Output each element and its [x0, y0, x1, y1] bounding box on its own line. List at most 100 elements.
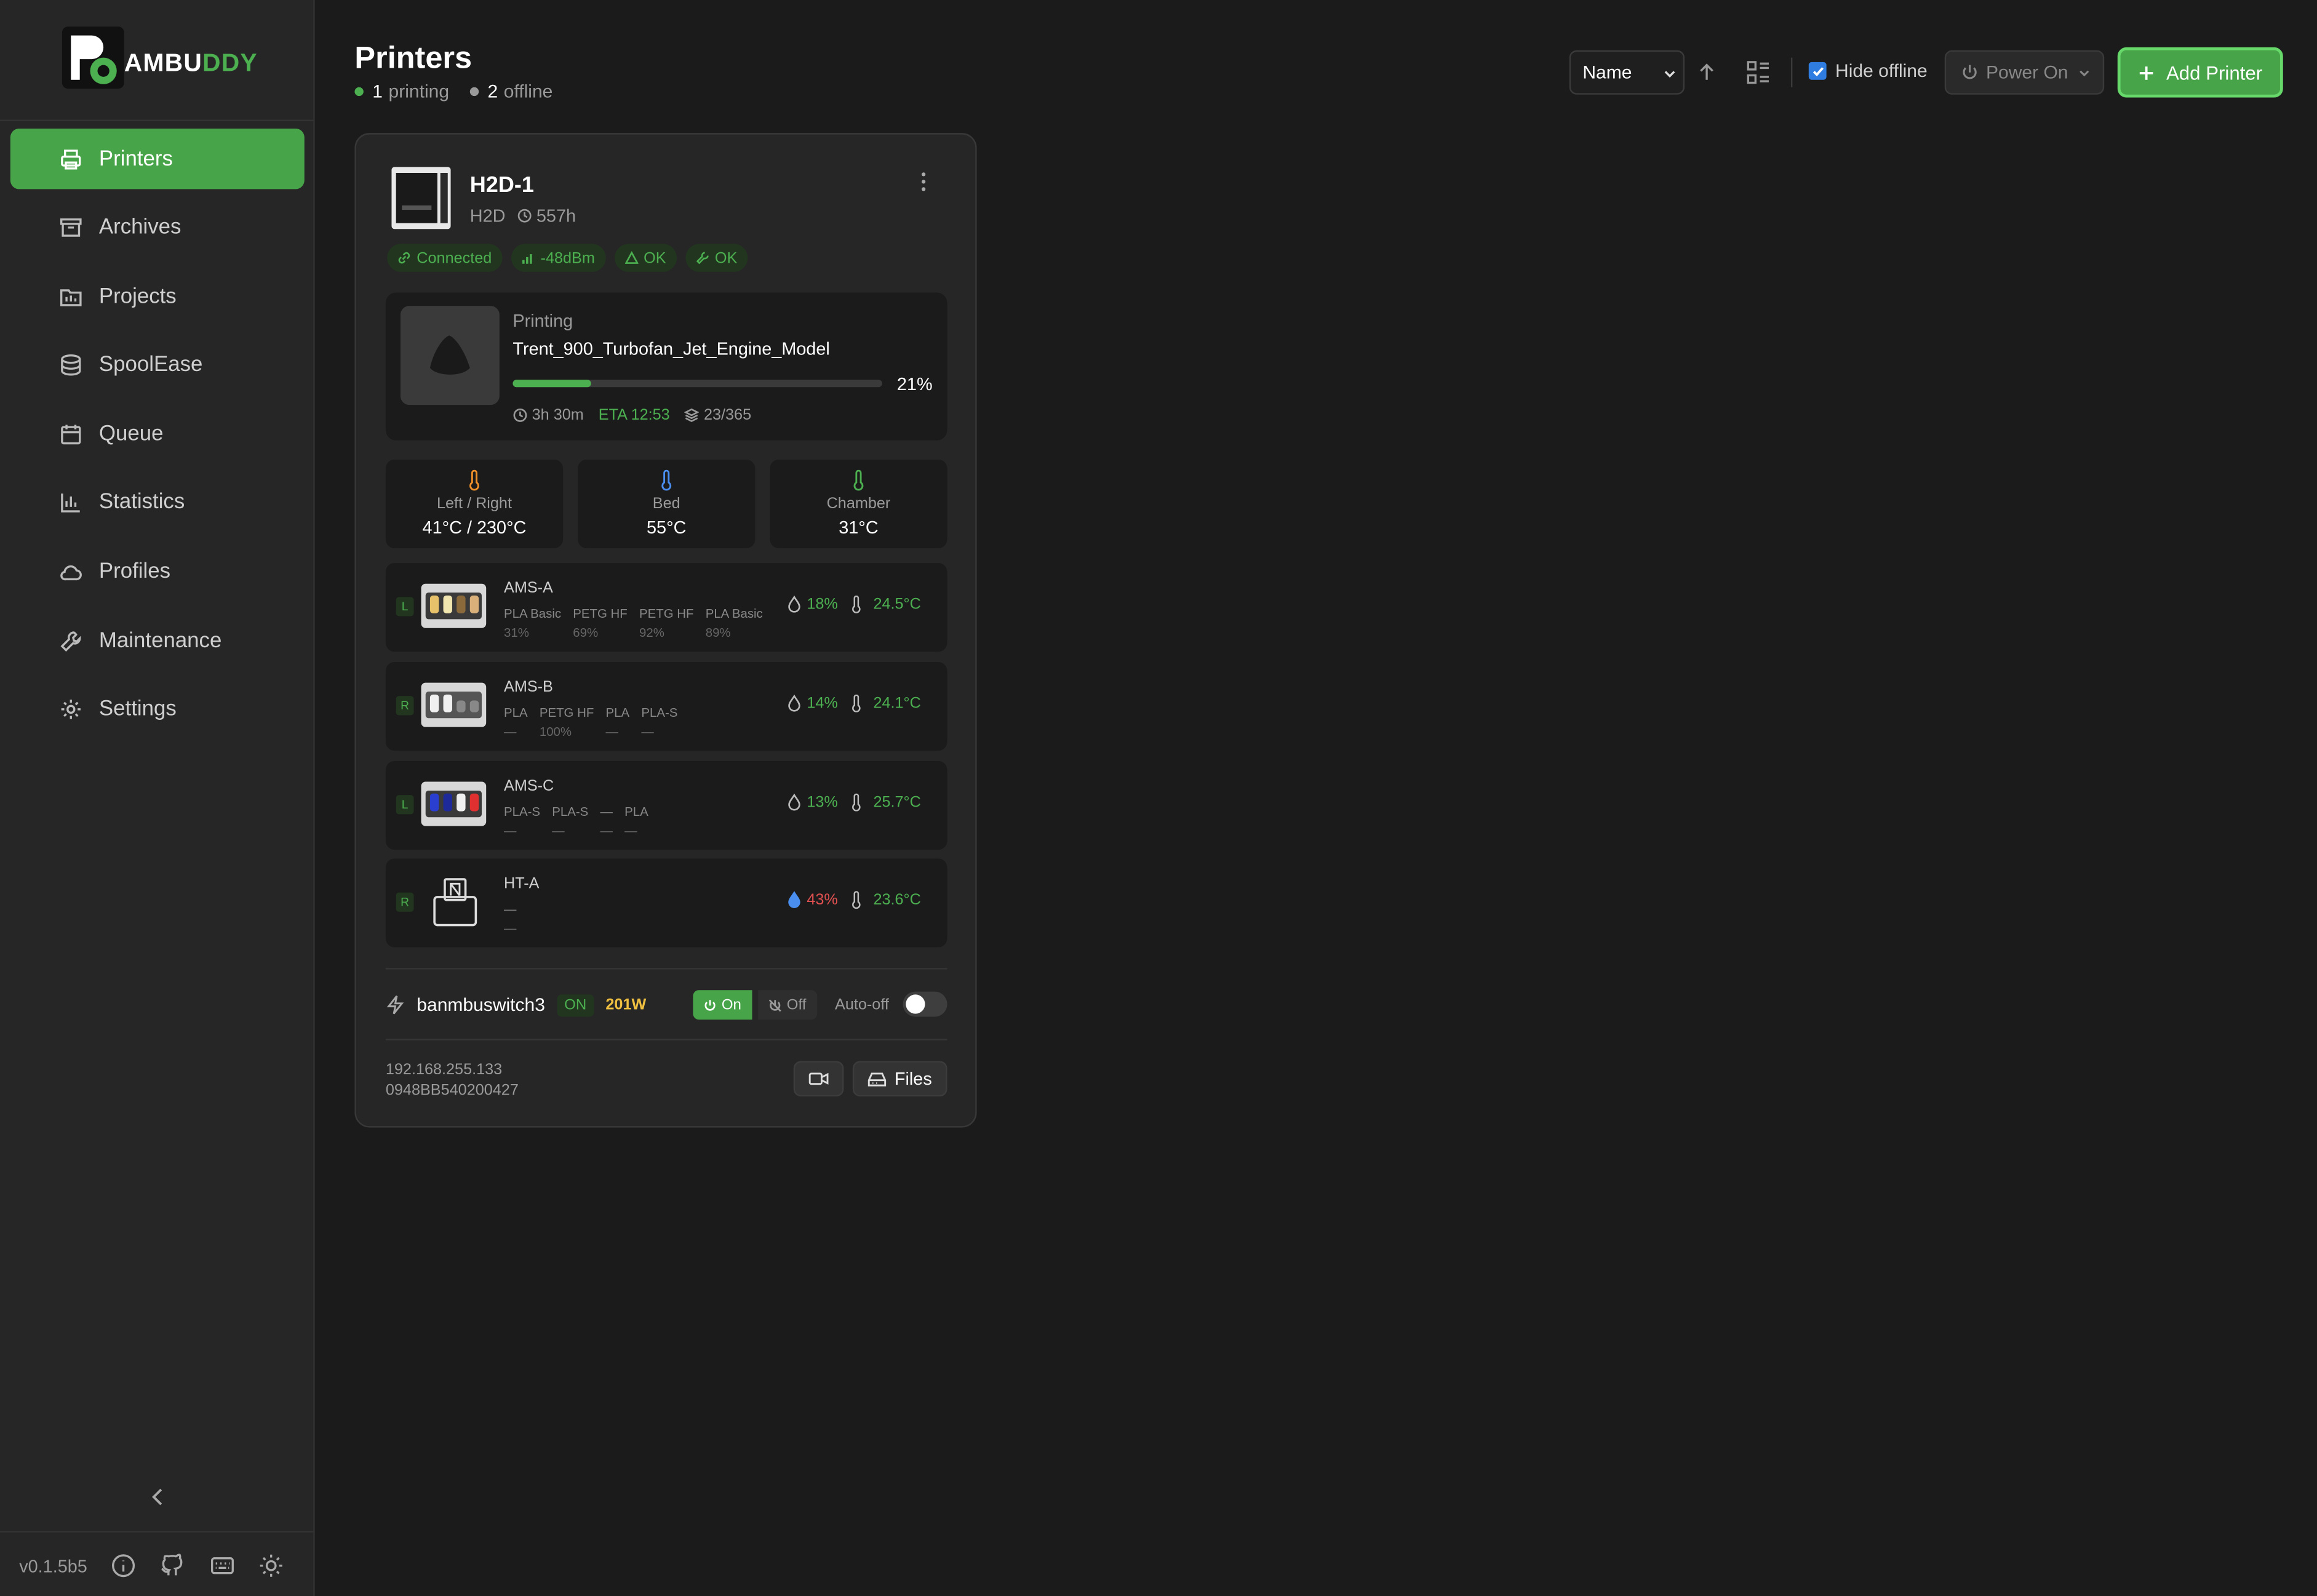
spool-icon	[61, 354, 81, 377]
power-icon	[1963, 65, 1977, 79]
sort-select-value: Name	[1582, 62, 1632, 83]
sort-direction-icon[interactable]	[1691, 56, 1723, 89]
toolbar-divider	[1790, 57, 1793, 87]
ams-environment: 13% 25.7°C	[788, 793, 921, 812]
auto-off-toggle[interactable]	[903, 991, 947, 1017]
clock-icon	[513, 408, 527, 422]
offline-dot	[469, 87, 479, 97]
wrench-icon	[696, 252, 709, 265]
humidity-icon	[788, 595, 800, 613]
printer-ip: 192.168.255.133	[385, 1061, 503, 1079]
add-printer-button[interactable]: Add Printer	[2117, 47, 2283, 98]
filament-remaining: 89%	[705, 624, 731, 640]
ams-unit[interactable]: L AMS-C PLA-S — PLA-S — — — PLA — 13% 25.7°	[385, 760, 947, 850]
printer-thumbnail	[391, 167, 451, 229]
thermometer-icon	[852, 891, 861, 909]
sidebar-item-label: Profiles	[98, 560, 171, 584]
logo[interactable]: AMBUDDY	[0, 0, 315, 121]
collapse-sidebar-icon[interactable]	[145, 1483, 171, 1510]
sidebar-item-projects[interactable]: Projects	[10, 266, 305, 327]
sidebar-item-statistics[interactable]: Statistics	[10, 473, 305, 533]
filament-slot: — —	[504, 901, 516, 935]
ams-unit[interactable]: L AMS-A PLA Basic 31% PETG HF 69% PETG HF 9…	[385, 563, 947, 652]
extruder-tag: L	[396, 795, 414, 815]
ams-filaments: PLA — PETG HF 100% PLA — PLA-S —	[504, 705, 690, 739]
job-status: Printing	[512, 310, 573, 332]
chamber-temp: Chamber 31°C	[770, 459, 947, 549]
files-button[interactable]: Files	[852, 1061, 947, 1097]
sort-select[interactable]: Name	[1569, 50, 1685, 95]
hide-offline-label: Hide offline	[1835, 60, 1928, 82]
filament-remaining: —	[641, 724, 654, 739]
lightning-icon	[386, 995, 404, 1015]
printer-meta: H2D 557h	[470, 205, 576, 226]
temp-value: 31°C	[839, 517, 879, 538]
filament-type: PLA-S	[504, 804, 541, 819]
logo-icon	[62, 26, 124, 89]
filament-type: —	[600, 804, 613, 819]
filament-slot: PETG HF 100%	[540, 705, 594, 739]
filament-remaining: —	[504, 823, 517, 838]
offline-label: offline	[503, 81, 553, 102]
ams-filaments: PLA-S — PLA-S — — — PLA —	[504, 804, 660, 838]
logo-text-prefix: AMBU	[124, 49, 203, 77]
info-icon[interactable]	[111, 1553, 136, 1578]
plug-off-button[interactable]: Off	[758, 990, 818, 1020]
ams-name: AMS-B	[504, 678, 553, 696]
keyboard-icon[interactable]	[210, 1553, 235, 1578]
layers-icon	[684, 408, 700, 422]
sidebar-item-printers[interactable]: Printers	[10, 128, 305, 190]
progress-bar	[512, 380, 882, 388]
temperatures: Left / Right 41°C / 230°C Bed 55°C Chamb…	[385, 459, 947, 549]
signal-icon	[522, 254, 532, 264]
github-icon[interactable]	[159, 1553, 185, 1578]
ams-humidity: 14%	[807, 694, 838, 712]
checkbox-box[interactable]	[1808, 62, 1827, 80]
printer-name: H2D-1	[469, 173, 534, 198]
divider	[385, 1039, 947, 1040]
thermometer-icon	[852, 595, 861, 613]
divider	[385, 968, 947, 970]
ams-temp: 23.6°C	[873, 891, 921, 909]
sidebar: AMBUDDY Printers Archives Projects Spool…	[0, 0, 315, 1596]
check-icon	[1812, 66, 1823, 76]
hard-drive-icon	[868, 1072, 887, 1086]
sidebar-item-archives[interactable]: Archives	[10, 198, 305, 258]
ams-temp: 24.1°C	[873, 694, 921, 712]
calendar-icon	[61, 425, 81, 444]
printer-hours: 557h	[536, 205, 576, 226]
hide-offline-checkbox[interactable]: Hide offline	[1808, 60, 1928, 82]
sidebar-item-label: Projects	[98, 284, 177, 309]
progress-percent: 21%	[896, 373, 933, 395]
sidebar-item-maintenance[interactable]: Maintenance	[10, 610, 305, 671]
status-badges: Connected -48dBm OK OK	[387, 244, 748, 272]
more-menu-icon[interactable]	[915, 170, 933, 193]
filament-remaining: —	[504, 724, 517, 739]
progress-fill	[512, 380, 591, 388]
sidebar-item-settings[interactable]: Settings	[10, 679, 305, 740]
plug-on-button[interactable]: On	[693, 990, 752, 1020]
filament-type: PLA-S	[641, 704, 678, 720]
filament-slot: PLA —	[504, 705, 528, 739]
auto-off-label: Auto-off	[835, 996, 889, 1014]
view-mode-icon[interactable]	[1742, 56, 1775, 89]
filament-type: —	[504, 901, 517, 917]
sidebar-item-queue[interactable]: Queue	[10, 404, 305, 465]
warning-icon	[624, 251, 638, 264]
printer-card: H2D-1 H2D 557h Connected -48dBm OK OK Pr…	[354, 133, 977, 1128]
filament-remaining: —	[605, 724, 618, 739]
filament-slot: PLA Basic 31%	[504, 606, 561, 640]
filament-remaining: —	[504, 920, 517, 936]
connected-badge: Connected	[387, 244, 503, 272]
camera-button[interactable]	[793, 1061, 844, 1097]
humidity-icon	[788, 694, 800, 712]
power-on-button[interactable]: Power On	[1944, 50, 2105, 95]
sun-icon[interactable]	[258, 1553, 284, 1578]
sidebar-item-profiles[interactable]: Profiles	[10, 541, 305, 602]
page-title: Printers	[354, 41, 473, 76]
ams-environment: 43% 23.6°C	[788, 891, 921, 909]
camera-icon	[808, 1072, 829, 1085]
ams-unit[interactable]: R AMS-B PLA — PETG HF 100% PLA — PLA-S — 14%	[385, 662, 947, 751]
sidebar-item-spoolease[interactable]: SpoolEase	[10, 335, 305, 396]
ams-ht-unit[interactable]: R HT-A — — 43% 23.6°C	[385, 858, 947, 948]
